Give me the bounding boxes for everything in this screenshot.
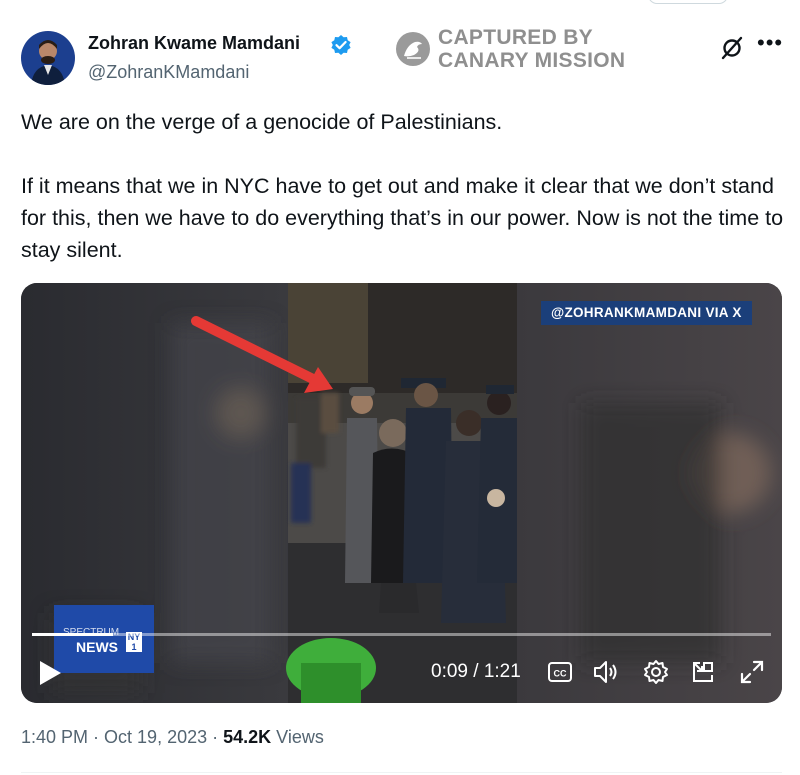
more-options-icon[interactable]: ••• xyxy=(757,32,783,57)
views-count: 54.2K xyxy=(223,727,272,747)
meta-separator: · xyxy=(88,727,105,747)
watermark-line1: CAPTURED BY xyxy=(438,26,593,49)
avatar[interactable] xyxy=(21,31,75,85)
tweet-paragraph-2: If it means that we in NYC have to get o… xyxy=(21,174,784,262)
captions-icon[interactable]: CC xyxy=(546,658,574,686)
tweet-date[interactable]: Oct 19, 2023 xyxy=(104,727,207,747)
watermark-line2: CANARY MISSION xyxy=(438,49,626,72)
divider xyxy=(21,772,782,773)
tweet-paragraph-1: We are on the verge of a genocide of Pal… xyxy=(21,110,503,134)
avatar-image xyxy=(21,31,75,85)
video-progress-fill xyxy=(32,633,114,636)
video-source-tag: @ZOHRANKMAMDANI VIA X xyxy=(541,301,752,325)
views-label: Views xyxy=(271,727,324,747)
author-handle[interactable]: @ZohranKMamdani xyxy=(88,62,249,83)
meta-separator: · xyxy=(207,727,224,747)
video-time-display: 0:09 / 1:21 xyxy=(431,661,521,682)
canary-mission-logo-icon xyxy=(396,32,430,66)
news-logo-main-text: NEWS xyxy=(76,639,118,655)
fullscreen-icon[interactable] xyxy=(738,658,766,686)
volume-icon[interactable] xyxy=(591,658,619,686)
tweet-meta: 1:40 PM · Oct 19, 2023 · 54.2K Views xyxy=(21,727,324,748)
video-player[interactable]: @ZOHRANKMAMDANI VIA X SPECTRUM NEWS NY1 … xyxy=(21,283,782,703)
top-edge-button[interactable] xyxy=(648,0,728,4)
svg-text:CC: CC xyxy=(554,669,567,679)
news-logo-badge-num: 1 xyxy=(131,642,137,652)
spectrum-news-logo: SPECTRUM NEWS NY1 xyxy=(54,605,154,673)
settings-icon[interactable] xyxy=(642,658,670,686)
grok-icon[interactable] xyxy=(719,35,745,61)
video-progress-bar[interactable] xyxy=(32,633,771,636)
play-icon[interactable] xyxy=(37,659,63,687)
verified-badge-icon xyxy=(331,35,351,55)
tweet-text: We are on the verge of a genocide of Pal… xyxy=(21,106,786,266)
display-name[interactable]: Zohran Kwame Mamdani xyxy=(88,33,300,54)
pip-icon[interactable] xyxy=(689,658,717,686)
tweet-time[interactable]: 1:40 PM xyxy=(21,727,88,747)
watermark-text: CAPTURED BY CANARY MISSION xyxy=(438,26,625,72)
